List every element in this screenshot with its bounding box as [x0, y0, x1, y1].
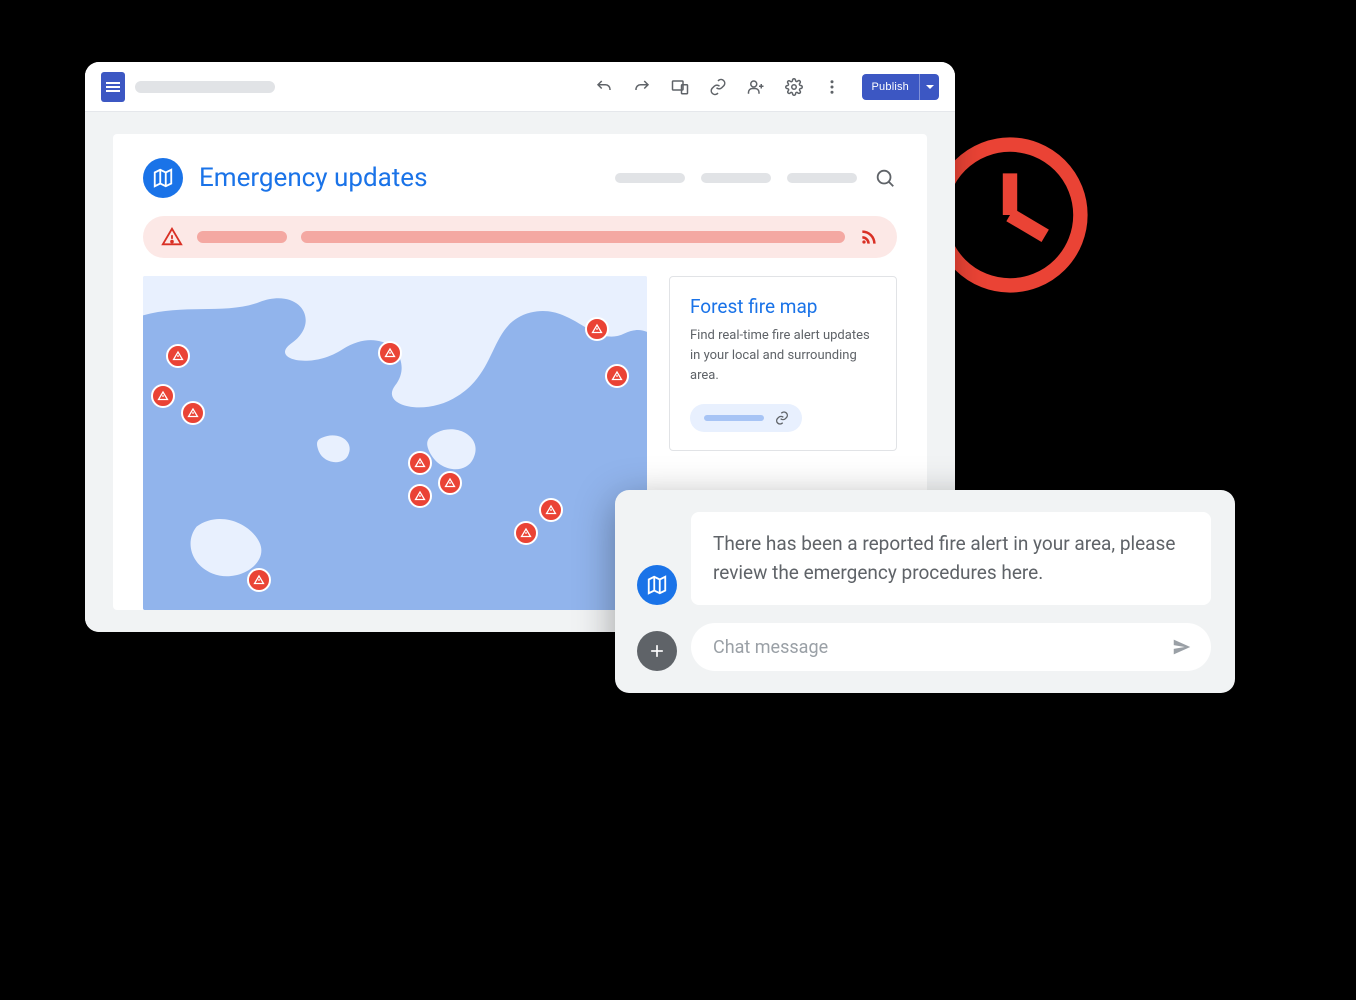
fire-pin-icon[interactable] [408, 484, 432, 508]
toolbar: Publish [85, 62, 955, 112]
chat-input-placeholder: Chat message [713, 637, 1171, 658]
search-icon[interactable] [873, 166, 897, 190]
publish-button[interactable]: Publish [862, 74, 939, 100]
nav-item-placeholder[interactable] [787, 173, 857, 183]
chat-popup: There has been a reported fire alert in … [615, 490, 1235, 693]
fire-map[interactable] [143, 276, 647, 610]
fire-pin-icon[interactable] [514, 521, 538, 545]
info-card: Forest fire map Find real-time fire aler… [669, 276, 897, 451]
page-header: Emergency updates [143, 158, 897, 198]
fire-pin-icon[interactable] [247, 568, 271, 592]
redo-icon[interactable] [628, 73, 656, 101]
nav-item-placeholder[interactable] [701, 173, 771, 183]
chat-input-row: Chat message [637, 623, 1211, 671]
link-text-placeholder [704, 415, 764, 421]
publish-dropdown-icon[interactable] [919, 74, 939, 100]
fire-pin-icon[interactable] [408, 451, 432, 475]
chat-avatar-map-icon [637, 565, 677, 605]
alert-text-placeholder [301, 231, 845, 243]
publish-button-label: Publish [862, 74, 919, 100]
alert-text-placeholder [197, 231, 287, 243]
doc-title-placeholder[interactable] [135, 81, 275, 93]
app-logo-icon[interactable] [101, 72, 125, 102]
warning-triangle-icon [161, 226, 183, 248]
page-title: Emergency updates [199, 163, 599, 193]
link-icon[interactable] [704, 73, 732, 101]
more-icon[interactable] [818, 73, 846, 101]
devices-icon[interactable] [666, 73, 694, 101]
info-card-description: Find real-time fire alert updates in you… [690, 326, 876, 386]
chat-message-row: There has been a reported fire alert in … [637, 512, 1211, 605]
undo-icon[interactable] [590, 73, 618, 101]
fire-pin-icon[interactable] [585, 317, 609, 341]
fire-pin-icon[interactable] [151, 384, 175, 408]
chat-bubble[interactable]: There has been a reported fire alert in … [691, 512, 1211, 605]
link-icon [774, 410, 790, 426]
alert-banner[interactable] [143, 216, 897, 258]
fire-pin-icon[interactable] [438, 471, 462, 495]
chat-input[interactable]: Chat message [691, 623, 1211, 671]
settings-icon[interactable] [780, 73, 808, 101]
rss-icon[interactable] [859, 227, 879, 247]
nav-item-placeholder[interactable] [615, 173, 685, 183]
info-card-link[interactable] [690, 404, 802, 432]
fire-pin-icon[interactable] [181, 401, 205, 425]
fire-pin-icon[interactable] [166, 344, 190, 368]
fire-pin-icon[interactable] [605, 364, 629, 388]
fire-pin-icon[interactable] [378, 341, 402, 365]
send-icon[interactable] [1171, 636, 1193, 658]
map-landmass [143, 276, 647, 610]
info-card-title: Forest fire map [690, 295, 876, 318]
map-icon [143, 158, 183, 198]
add-attachment-button[interactable] [637, 631, 677, 671]
add-person-icon[interactable] [742, 73, 770, 101]
fire-pin-icon[interactable] [539, 498, 563, 522]
